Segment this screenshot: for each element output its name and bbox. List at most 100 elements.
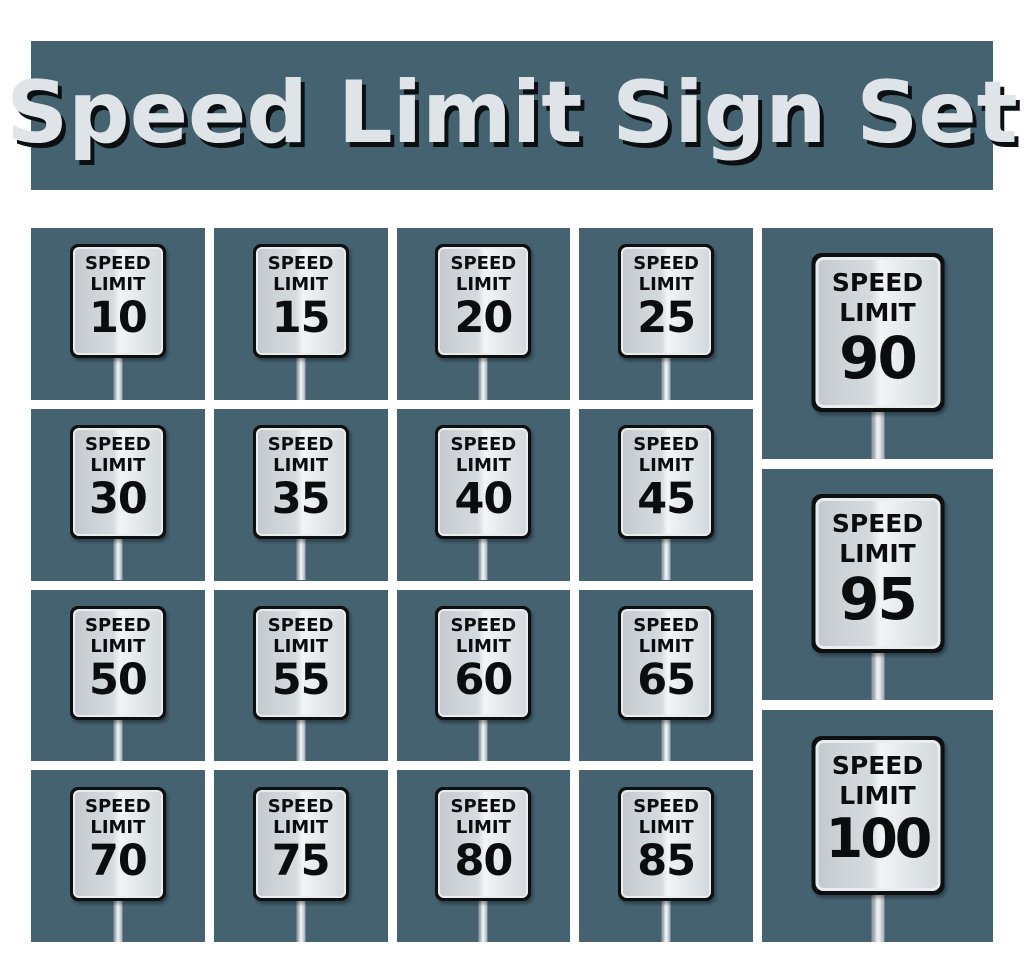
speed-limit-sign[interactable]: SPEED LIMIT 65 bbox=[618, 605, 715, 720]
sign-tile-50[interactable]: SPEED LIMIT 50 bbox=[31, 589, 205, 762]
sign-assembly: SPEED LIMIT 70 bbox=[69, 786, 166, 901]
speed-limit-sign[interactable]: SPEED LIMIT 90 bbox=[811, 253, 944, 413]
speed-limit-sign[interactable]: SPEED LIMIT 60 bbox=[435, 605, 532, 720]
sign-label-limit: LIMIT bbox=[455, 455, 511, 477]
sign-tile-95[interactable]: SPEED LIMIT 95 bbox=[762, 469, 993, 700]
sign-label-limit: LIMIT bbox=[455, 635, 511, 657]
sign-grid: SPEED LIMIT 10 SPEED LIMIT 15 SPEED LIMIT 20 SPEE… bbox=[31, 228, 753, 942]
sign-assembly: SPEED LIMIT 25 bbox=[618, 244, 715, 359]
sign-label-limit: LIMIT bbox=[90, 635, 146, 657]
sign-label-limit: LIMIT bbox=[638, 274, 694, 296]
sign-assembly: SPEED LIMIT 95 bbox=[811, 494, 944, 654]
sign-label-speed: SPEED bbox=[450, 253, 517, 275]
poster-canvas: Speed Limit Sign Set SPEED LIMIT 10 SPEED LI… bbox=[0, 0, 1024, 980]
sign-tile-45[interactable]: SPEED LIMIT 45 bbox=[579, 408, 753, 581]
sign-tile-35[interactable]: SPEED LIMIT 35 bbox=[213, 408, 388, 581]
sign-speed-value: 90 bbox=[839, 324, 918, 393]
sign-tile-75[interactable]: SPEED LIMIT 75 bbox=[213, 770, 388, 942]
sign-assembly: SPEED LIMIT 35 bbox=[252, 425, 349, 540]
sign-speed-value: 35 bbox=[271, 474, 331, 525]
speed-limit-sign[interactable]: SPEED LIMIT 35 bbox=[252, 425, 349, 540]
sign-tile-40[interactable]: SPEED LIMIT 40 bbox=[396, 408, 571, 581]
sign-label-limit: LIMIT bbox=[273, 455, 329, 477]
sign-face: SPEED LIMIT 100 bbox=[815, 739, 940, 891]
sign-tile-80[interactable]: SPEED LIMIT 80 bbox=[396, 770, 571, 942]
sign-tile-70[interactable]: SPEED LIMIT 70 bbox=[31, 770, 205, 942]
sign-speed-value: 75 bbox=[271, 835, 331, 886]
sign-face: SPEED LIMIT 20 bbox=[438, 247, 529, 356]
sign-tile-100[interactable]: SPEED LIMIT 100 bbox=[762, 710, 993, 942]
sign-tile-30[interactable]: SPEED LIMIT 30 bbox=[31, 408, 205, 581]
speed-limit-sign[interactable]: SPEED LIMIT 20 bbox=[435, 244, 532, 359]
sign-grid-area: SPEED LIMIT 10 SPEED LIMIT 15 SPEED LIMIT 20 SPEE… bbox=[31, 228, 993, 942]
sign-face: SPEED LIMIT 45 bbox=[621, 428, 712, 537]
sign-label-limit: LIMIT bbox=[455, 274, 511, 296]
sign-label-speed: SPEED bbox=[267, 795, 334, 817]
sign-speed-value: 45 bbox=[637, 474, 696, 525]
sign-face: SPEED LIMIT 55 bbox=[255, 608, 346, 717]
sign-assembly: SPEED LIMIT 30 bbox=[69, 425, 166, 540]
sign-label-speed: SPEED bbox=[450, 434, 517, 456]
sign-tile-55[interactable]: SPEED LIMIT 55 bbox=[213, 589, 388, 762]
sign-label-speed: SPEED bbox=[831, 509, 924, 539]
speed-limit-sign[interactable]: SPEED LIMIT 10 bbox=[69, 244, 166, 359]
sign-face: SPEED LIMIT 25 bbox=[621, 247, 712, 356]
speed-limit-sign[interactable]: SPEED LIMIT 55 bbox=[252, 605, 349, 720]
speed-limit-sign[interactable]: SPEED LIMIT 30 bbox=[69, 425, 166, 540]
sign-label-limit: LIMIT bbox=[839, 298, 916, 328]
sign-face: SPEED LIMIT 80 bbox=[438, 789, 529, 898]
sign-label-speed: SPEED bbox=[831, 750, 924, 780]
speed-limit-sign[interactable]: SPEED LIMIT 25 bbox=[618, 244, 715, 359]
sign-speed-value: 65 bbox=[637, 654, 696, 705]
speed-limit-sign[interactable]: SPEED LIMIT 95 bbox=[811, 494, 944, 654]
sign-speed-value: 95 bbox=[839, 565, 918, 634]
sign-label-speed: SPEED bbox=[633, 253, 699, 275]
sign-label-speed: SPEED bbox=[450, 795, 517, 817]
sign-speed-value: 85 bbox=[637, 835, 696, 886]
sign-speed-value: 55 bbox=[271, 654, 331, 705]
sign-label-limit: LIMIT bbox=[839, 539, 916, 569]
sign-assembly: SPEED LIMIT 75 bbox=[252, 786, 349, 901]
sign-tile-15[interactable]: SPEED LIMIT 15 bbox=[213, 228, 388, 400]
sign-face: SPEED LIMIT 70 bbox=[72, 789, 163, 898]
page-title: Speed Limit Sign Set bbox=[6, 62, 1018, 163]
sign-label-speed: SPEED bbox=[267, 614, 334, 636]
speed-limit-sign[interactable]: SPEED LIMIT 75 bbox=[252, 786, 349, 901]
speed-limit-sign[interactable]: SPEED LIMIT 15 bbox=[252, 244, 349, 359]
sign-label-speed: SPEED bbox=[633, 434, 699, 456]
sign-tile-60[interactable]: SPEED LIMIT 60 bbox=[396, 589, 571, 762]
sign-label-speed: SPEED bbox=[85, 614, 151, 636]
sign-face: SPEED LIMIT 35 bbox=[255, 428, 346, 537]
sign-assembly: SPEED LIMIT 15 bbox=[252, 244, 349, 359]
sign-speed-value: 80 bbox=[454, 835, 513, 886]
sign-face: SPEED LIMIT 85 bbox=[621, 789, 712, 898]
sign-label-limit: LIMIT bbox=[90, 274, 146, 296]
speed-limit-sign[interactable]: SPEED LIMIT 45 bbox=[618, 425, 715, 540]
sign-face: SPEED LIMIT 90 bbox=[815, 257, 940, 409]
sign-speed-value: 15 bbox=[271, 293, 331, 344]
sign-assembly: SPEED LIMIT 90 bbox=[811, 253, 944, 413]
sign-speed-value: 30 bbox=[88, 474, 148, 525]
sign-label-limit: LIMIT bbox=[638, 816, 694, 838]
sign-label-speed: SPEED bbox=[450, 614, 517, 636]
sign-assembly: SPEED LIMIT 40 bbox=[435, 425, 532, 540]
speed-limit-sign[interactable]: SPEED LIMIT 40 bbox=[435, 425, 532, 540]
sign-tile-20[interactable]: SPEED LIMIT 20 bbox=[396, 228, 571, 400]
sign-label-limit: LIMIT bbox=[455, 816, 511, 838]
title-banner: Speed Limit Sign Set bbox=[6, 41, 1018, 190]
sign-tile-10[interactable]: SPEED LIMIT 10 bbox=[31, 228, 205, 400]
speed-limit-sign[interactable]: SPEED LIMIT 70 bbox=[69, 786, 166, 901]
sign-label-limit: LIMIT bbox=[90, 816, 146, 838]
speed-limit-sign[interactable]: SPEED LIMIT 50 bbox=[69, 605, 166, 720]
sign-tile-90[interactable]: SPEED LIMIT 90 bbox=[762, 228, 993, 459]
sign-tile-65[interactable]: SPEED LIMIT 65 bbox=[579, 589, 753, 762]
sign-label-limit: LIMIT bbox=[273, 274, 329, 296]
sign-tile-25[interactable]: SPEED LIMIT 25 bbox=[579, 228, 753, 400]
speed-limit-sign[interactable]: SPEED LIMIT 80 bbox=[435, 786, 532, 901]
sign-label-limit: LIMIT bbox=[638, 635, 694, 657]
speed-limit-sign[interactable]: SPEED LIMIT 85 bbox=[618, 786, 715, 901]
speed-limit-sign[interactable]: SPEED LIMIT 100 bbox=[811, 735, 944, 895]
sign-tile-85[interactable]: SPEED LIMIT 85 bbox=[579, 770, 753, 942]
sign-assembly: SPEED LIMIT 55 bbox=[252, 605, 349, 720]
sign-assembly: SPEED LIMIT 65 bbox=[618, 605, 715, 720]
